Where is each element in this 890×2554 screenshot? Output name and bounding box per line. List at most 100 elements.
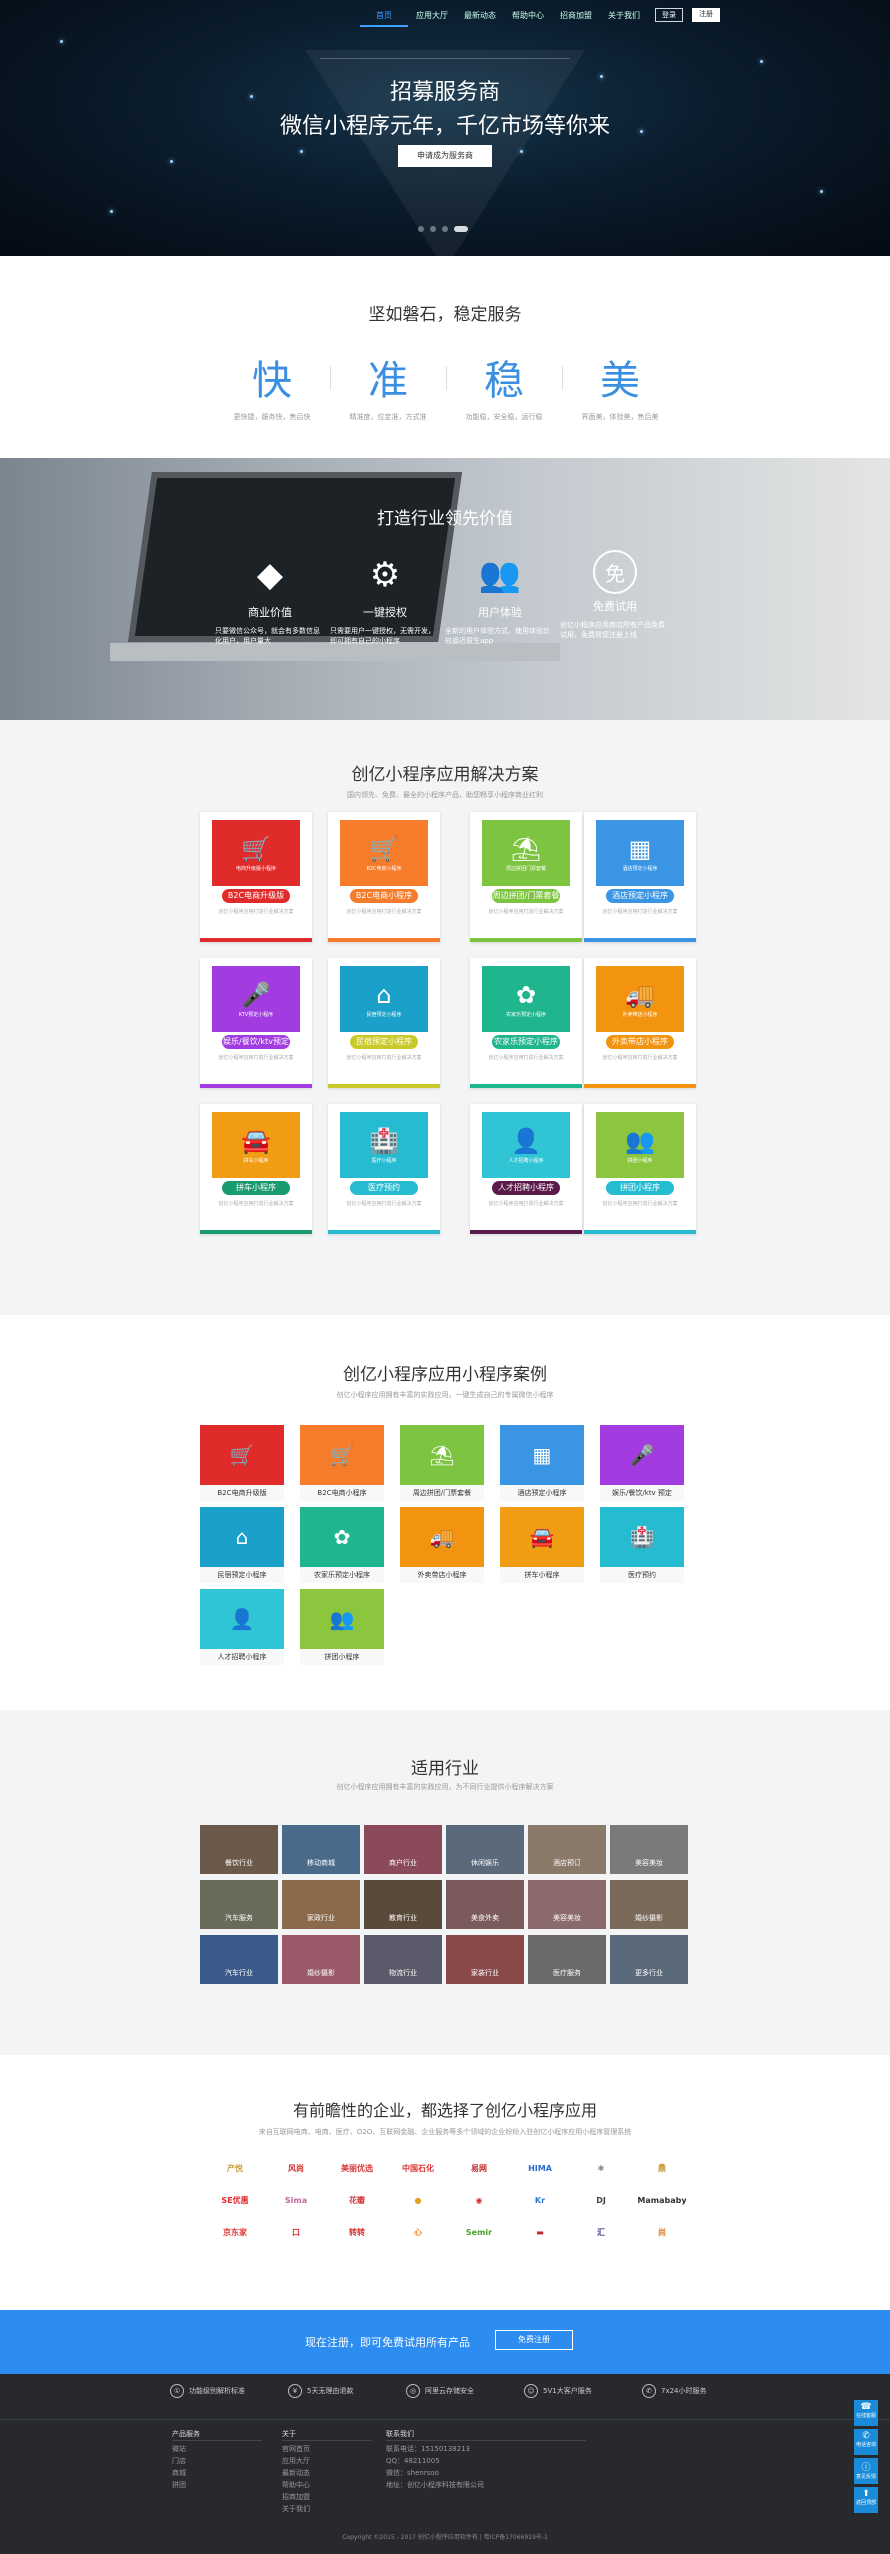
star-decoration	[110, 210, 113, 213]
contact-qq: QQ：48211005	[386, 2457, 440, 2465]
solution-card[interactable]: ⌂ 民宿预定小程序 民宿预定小程序 创亿小程序应用打造行业解决方案	[328, 958, 440, 1088]
footer-link[interactable]: 门店	[172, 2455, 262, 2467]
solution-card[interactable]: 🚚 外卖带店小程序 外卖带店小程序 创亿小程序应用打造行业解决方案	[584, 958, 696, 1088]
footer-link[interactable]: 最新动态	[282, 2467, 372, 2479]
case-item[interactable]: 🛒 B2C电商小程序	[300, 1425, 384, 1501]
online-service-button[interactable]: ☎ 在线客服	[854, 2400, 878, 2426]
industry-label: 餐饮行业	[225, 1859, 253, 1867]
solution-accent-bar	[470, 938, 582, 942]
carousel-dot[interactable]	[430, 226, 436, 232]
case-item[interactable]: ✿ 农家乐预定小程序	[300, 1507, 384, 1583]
footer-link[interactable]: 应用大厅	[282, 2455, 372, 2467]
nav-app-hall[interactable]: 应用大厅	[408, 6, 456, 27]
case-item[interactable]: 🏥 医疗预约	[600, 1507, 684, 1583]
solution-card[interactable]: 👤 人才招聘小程序 人才招聘小程序 创亿小程序应用打造行业解决方案	[470, 1104, 582, 1234]
main-nav: 首页 应用大厅 最新动态 帮助中心 招商加盟 关于我们	[360, 6, 648, 27]
solution-card[interactable]: ⛱ 周边拼团门票套餐 周边拼团/门票套餐 创亿小程序应用打造行业解决方案	[470, 812, 582, 942]
industry-tile[interactable]: 医疗服务	[528, 1935, 606, 1984]
industry-tile[interactable]: 休闲娱乐	[446, 1825, 524, 1874]
solution-card[interactable]: 🚘 拼车小程序 拼车小程序 创亿小程序应用打造行业解决方案	[200, 1104, 312, 1234]
case-glyph-icon: ⛱	[429, 1443, 455, 1467]
footer-link[interactable]: 招商加盟	[282, 2491, 372, 2503]
solution-card[interactable]: 👥 拼团小程序 拼团小程序 创亿小程序应用打造行业解决方案	[584, 1104, 696, 1234]
industry-tile[interactable]: 美容美妆	[528, 1880, 606, 1929]
industry-tile[interactable]: 餐饮行业	[200, 1825, 278, 1874]
solution-image: 🛒 B2C电商小程序	[340, 820, 428, 886]
case-item[interactable]: 🎤 娱乐/餐饮/ktv 预定	[600, 1425, 684, 1501]
solution-card[interactable]: ▦ 酒店预定小程序 酒店预定小程序 创亿小程序应用打造行业解决方案	[584, 812, 696, 942]
industry-tile[interactable]: 教育行业	[364, 1880, 442, 1929]
solution-card[interactable]: 🏥 医疗小程序 医疗预约 创亿小程序应用打造行业解决方案	[328, 1104, 440, 1234]
free-register-button[interactable]: 免费注册	[495, 2330, 573, 2350]
industry-tile[interactable]: 汽车行业	[200, 1935, 278, 1984]
industry-tile[interactable]: 婚纱摄影	[282, 1935, 360, 1984]
solution-label: B2C电商升级版	[222, 889, 290, 903]
client-logo: ▬	[536, 2227, 544, 2237]
nav-help[interactable]: 帮助中心	[504, 6, 552, 27]
solution-card[interactable]: 🛒 B2C电商小程序 B2C电商小程序 创亿小程序应用打造行业解决方案	[328, 812, 440, 942]
feedback-button[interactable]: ⓘ 意见反馈	[854, 2458, 878, 2484]
client-logo: 中国石化	[402, 2163, 434, 2173]
feature-char: 快	[252, 358, 292, 404]
solution-caption: 拼车小程序	[243, 1157, 269, 1164]
industry-tile[interactable]: 美容美妆	[610, 1825, 688, 1874]
solution-accent-bar	[328, 1230, 440, 1234]
footer-feature: ① 功能级别解析标准	[170, 2384, 245, 2398]
footer-link[interactable]: 关于我们	[282, 2503, 372, 2515]
register-button[interactable]: 注册	[692, 8, 720, 22]
industry-tile[interactable]: 更多行业	[610, 1935, 688, 1984]
footer-link[interactable]: 帮助中心	[282, 2479, 372, 2491]
solution-label: 拼车小程序	[222, 1181, 290, 1195]
carousel-dot-active[interactable]	[454, 226, 468, 232]
footer-link[interactable]: 微站	[172, 2443, 262, 2455]
case-item[interactable]: ⛱ 周边拼团/门票套餐	[400, 1425, 484, 1501]
carousel-dot[interactable]	[442, 226, 448, 232]
case-item[interactable]: 👥 拼团小程序	[300, 1589, 384, 1665]
case-label: 拼车小程序	[524, 1571, 560, 1579]
industry-tile[interactable]: 美食外卖	[446, 1880, 524, 1929]
apply-provider-button[interactable]: 申请成为服务商	[398, 145, 492, 167]
industry-tile[interactable]: 汽车服务	[200, 1880, 278, 1929]
case-item[interactable]: ⌂ 民宿预定小程序	[200, 1507, 284, 1583]
solution-accent-bar	[470, 1230, 582, 1234]
case-item[interactable]: 🚘 拼车小程序	[500, 1507, 584, 1583]
users-icon: 👥	[478, 555, 522, 595]
nav-home[interactable]: 首页	[360, 6, 408, 27]
carousel-dot[interactable]	[418, 226, 424, 232]
footer-feature: ¥5天无理由退款	[288, 2384, 353, 2398]
star-decoration	[600, 75, 603, 78]
nav-about[interactable]: 关于我们	[600, 6, 648, 27]
industry-tile[interactable]: 婚纱摄影	[610, 1880, 688, 1929]
solution-accent-bar	[200, 938, 312, 942]
star-decoration	[760, 60, 763, 63]
case-item[interactable]: ▦ 酒店预定小程序	[500, 1425, 584, 1501]
industry-tile[interactable]: 家装行业	[446, 1935, 524, 1984]
footer-link[interactable]: 拼团	[172, 2479, 262, 2491]
back-to-top-button[interactable]: ⬆ 返回顶部	[854, 2487, 878, 2513]
solution-card[interactable]: 🛒 电商升级版小程序 B2C电商升级版 创亿小程序应用打造行业解决方案	[200, 812, 312, 942]
industry-tile[interactable]: 移动商城	[282, 1825, 360, 1874]
chat-icon: ☎	[860, 2402, 872, 2412]
industry-tile[interactable]: 酒店预订	[528, 1825, 606, 1874]
nav-franchise[interactable]: 招商加盟	[552, 6, 600, 27]
float-label: 在线客服	[855, 2413, 876, 2419]
section-subtitle: 创亿小程序应用拥有丰富的实践应用，一键生成自己的专属微信小程序	[336, 1391, 554, 1399]
case-item[interactable]: 🛒 B2C电商升级版	[200, 1425, 284, 1501]
client-logo: 尚	[658, 2227, 666, 2237]
phone-consult-button[interactable]: ✆ 电话咨询	[854, 2429, 878, 2455]
solution-accent-bar	[200, 1230, 312, 1234]
solution-caption: 拼团小程序	[627, 1157, 653, 1164]
nav-news[interactable]: 最新动态	[456, 6, 504, 27]
industry-tile[interactable]: 商户行业	[364, 1825, 442, 1874]
feature-accurate: 准 精准度，位定准，方式准	[330, 348, 446, 422]
footer-link[interactable]: 官网首页	[282, 2443, 372, 2455]
industry-tile[interactable]: 家政行业	[282, 1880, 360, 1929]
solution-card[interactable]: 🎤 KTV预定小程序 娱乐/餐饮/ktv预定 创亿小程序应用打造行业解决方案	[200, 958, 312, 1088]
login-button[interactable]: 登录	[655, 8, 683, 22]
industry-tile[interactable]: 物流行业	[364, 1935, 442, 1984]
case-item[interactable]: 🚚 外卖带店小程序	[400, 1507, 484, 1583]
case-item[interactable]: 👤 人才招聘小程序	[200, 1589, 284, 1665]
solution-card[interactable]: ✿ 农家乐预定小程序 农家乐预定小程序 创亿小程序应用打造行业解决方案	[470, 958, 582, 1088]
footer-link[interactable]: 商城	[172, 2467, 262, 2479]
solution-glyph-icon: 🚚	[625, 980, 655, 1009]
